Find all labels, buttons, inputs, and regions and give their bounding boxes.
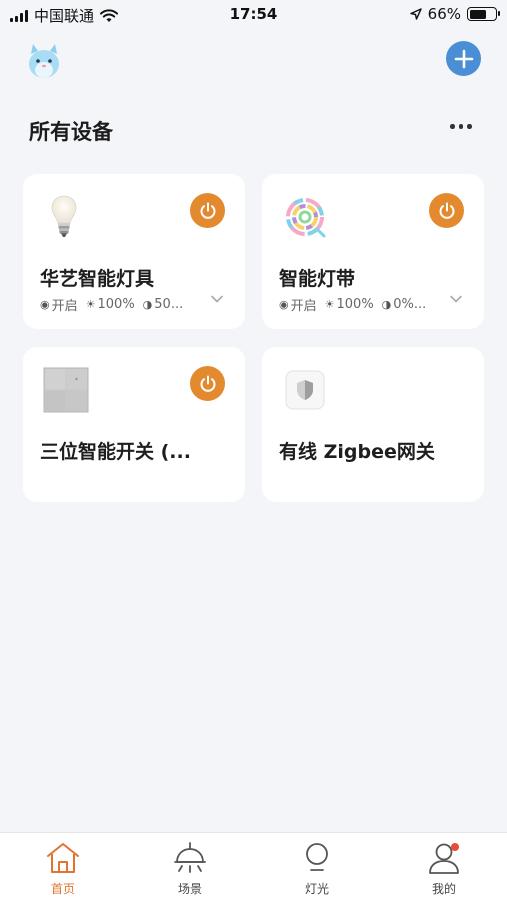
power-icon <box>200 375 215 392</box>
light-strip-icon <box>286 198 326 238</box>
notification-badge <box>451 843 459 851</box>
color-temp-value: 50... <box>154 297 184 312</box>
tab-label: 首页 <box>50 882 75 896</box>
battery-icon <box>467 7 500 21</box>
home-icon <box>47 843 79 873</box>
device-card[interactable]: 华艺智能灯具 ◉ 开启 ☀ 100% ◑ 50... <box>23 174 245 329</box>
device-name: 华艺智能灯具 <box>40 268 155 290</box>
power-button[interactable] <box>429 193 464 228</box>
status-bar: 中国联通 17:54 66% <box>0 0 507 30</box>
plus-icon <box>454 49 473 68</box>
power-status: 开启 <box>51 299 78 314</box>
power-status-icon: ◉ <box>40 298 50 311</box>
device-name: 三位智能开关 (... <box>40 441 191 463</box>
dot-icon <box>458 124 463 129</box>
power-icon <box>200 202 215 219</box>
add-device-button[interactable] <box>446 41 481 76</box>
color-temp-icon: ◑ <box>381 298 392 311</box>
device-card[interactable]: 三位智能开关 (... <box>23 347 245 502</box>
device-status: ◉ 开启 ☀ 100% ◑ 0%... <box>279 295 426 314</box>
bottom-tab-bar: 首页 场景 灯光 我的 <box>0 832 507 900</box>
location-arrow-icon <box>409 8 422 20</box>
tab-label: 我的 <box>431 882 456 896</box>
user-avatar[interactable] <box>24 40 64 80</box>
tab-label: 灯光 <box>304 882 329 896</box>
tab-scenes[interactable]: 场景 <box>127 833 253 900</box>
bulb-outline-icon <box>306 843 328 871</box>
color-temp-value: 0%... <box>393 297 427 312</box>
brightness-icon: ☀ <box>85 298 96 311</box>
power-icon <box>439 202 454 219</box>
brightness-value: 100% <box>336 297 374 312</box>
chevron-down-icon[interactable] <box>210 292 224 306</box>
dot-icon <box>467 124 472 129</box>
more-options-button[interactable] <box>450 124 472 129</box>
battery-percent: 66% <box>427 5 461 23</box>
device-card[interactable]: 有线 Zigbee网关 <box>262 347 484 502</box>
power-button[interactable] <box>190 193 225 228</box>
mascot-icon <box>29 44 59 78</box>
power-button[interactable] <box>190 366 225 401</box>
tab-label: 场景 <box>177 882 202 896</box>
device-card[interactable]: 智能灯带 ◉ 开启 ☀ 100% ◑ 0%... <box>262 174 484 329</box>
brightness-value: 100% <box>97 297 135 312</box>
device-status: ◉ 开启 ☀ 100% ◑ 50... <box>40 295 183 314</box>
tab-profile[interactable]: 我的 <box>381 833 507 900</box>
bulb-icon <box>51 195 77 237</box>
page-title: 所有设备 <box>29 120 113 144</box>
dot-icon <box>450 124 455 129</box>
chevron-down-icon[interactable] <box>449 292 463 306</box>
tab-home[interactable]: 首页 <box>0 833 126 900</box>
device-name: 有线 Zigbee网关 <box>279 441 435 463</box>
brightness-icon: ☀ <box>324 298 335 311</box>
tab-lights[interactable]: 灯光 <box>254 833 380 900</box>
power-status: 开启 <box>290 299 317 314</box>
status-right: 66% <box>409 5 500 23</box>
wall-switch-icon <box>43 367 89 413</box>
device-name: 智能灯带 <box>279 268 356 290</box>
power-status-icon: ◉ <box>279 298 289 311</box>
color-temp-icon: ◑ <box>142 298 153 311</box>
gateway-shield-icon <box>285 370 325 410</box>
ceiling-lamp-icon <box>174 842 206 873</box>
